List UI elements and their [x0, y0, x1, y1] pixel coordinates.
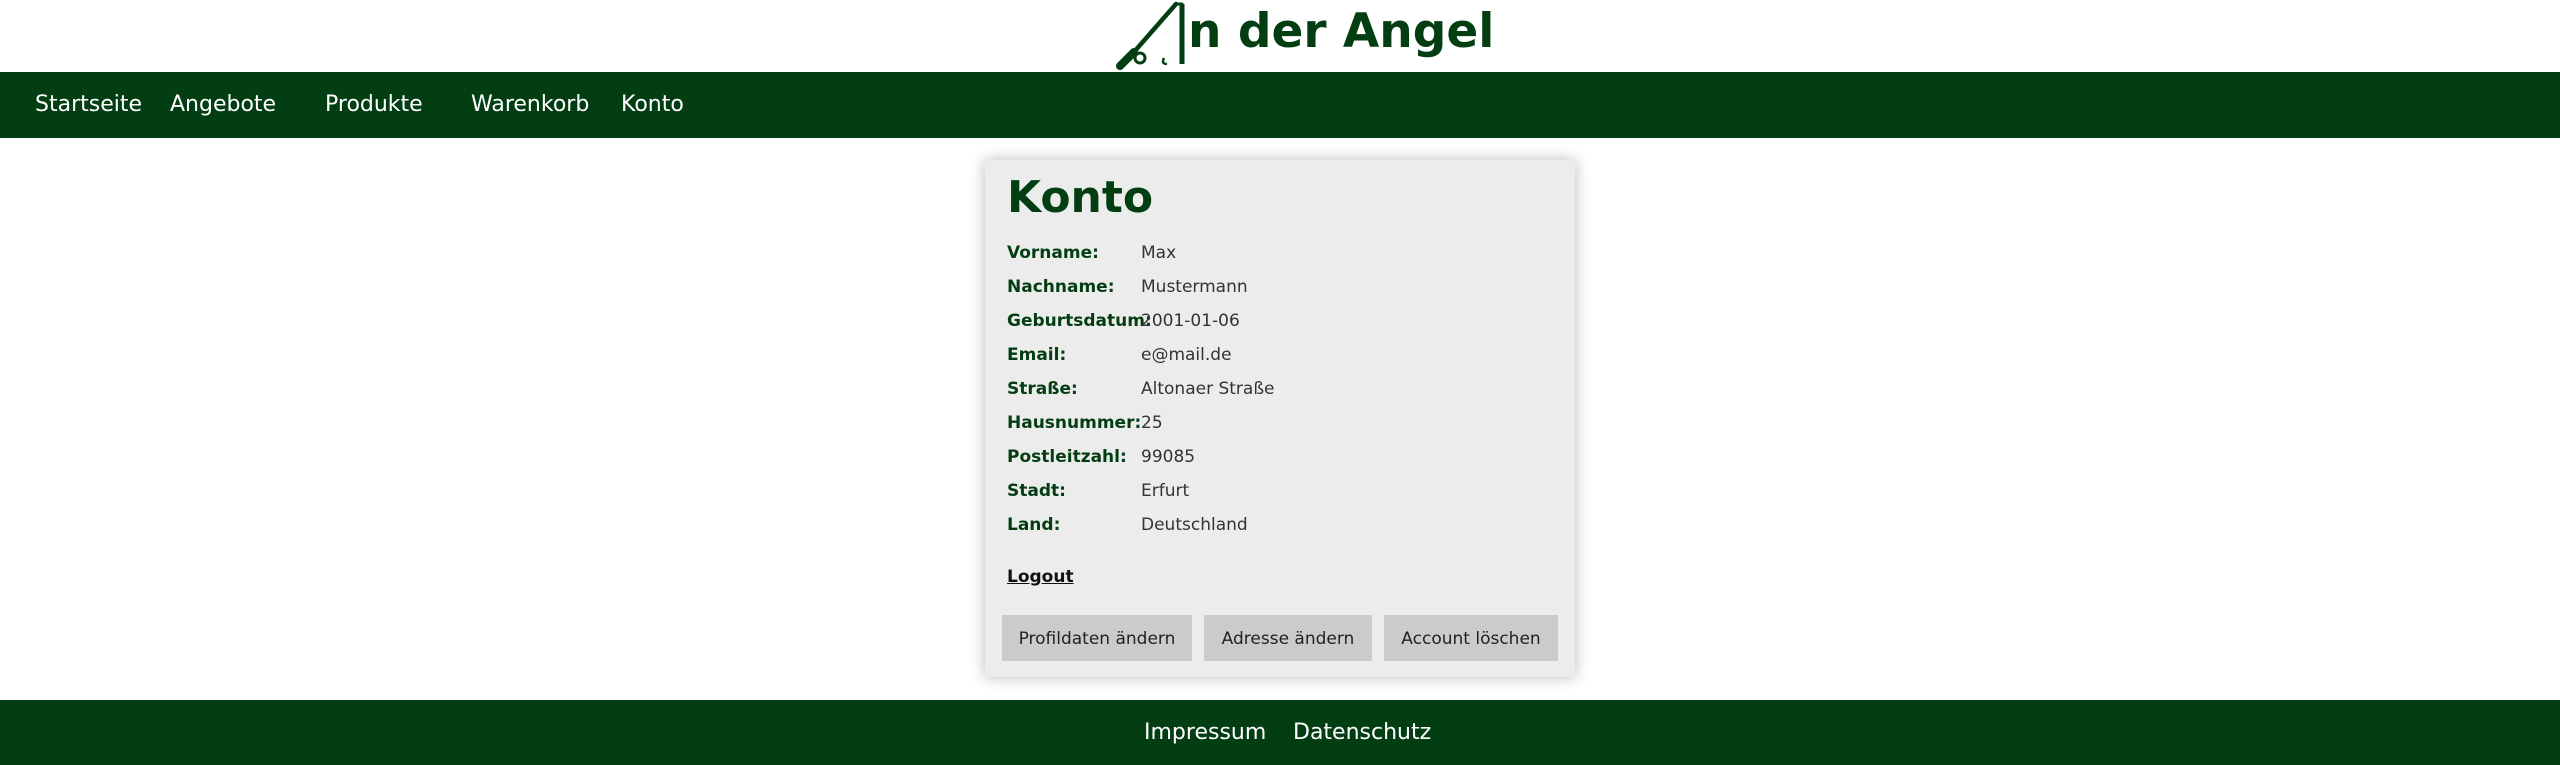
nav-item-produkte[interactable]: Produkte [325, 72, 423, 138]
field-label: Email: [1007, 345, 1067, 365]
field-label: Straße: [1007, 379, 1078, 399]
field-value-hausnummer: 25 [1141, 413, 1163, 433]
nav-item-warenkorb[interactable]: Warenkorb [471, 72, 589, 138]
field-value-email: e@mail.de [1141, 345, 1232, 365]
field-row-geburtsdatum: Geburtsdatum: 2001-01-06 [1007, 306, 1567, 336]
site-logo[interactable]: n der Angel [1112, 0, 1494, 72]
logout-link[interactable]: Logout [1007, 562, 1074, 592]
fishing-rod-icon [1116, 1, 1185, 70]
field-row-hausnummer: Hausnummer: 25 [1007, 408, 1567, 438]
field-row-vorname: Vorname: Max [1007, 238, 1567, 268]
field-row-email: Email: e@mail.de [1007, 340, 1567, 370]
main-navigation: Startseite Angebote Produkte Warenkorb K… [0, 72, 2560, 138]
field-label: Hausnummer: [1007, 413, 1142, 433]
footer: Impressum Datenschutz [0, 700, 2560, 765]
field-label: Stadt: [1007, 481, 1066, 501]
field-row-strasse: Straße: Altonaer Straße [1007, 374, 1567, 404]
account-card: Konto Vorname: Max Nachname: Mustermann … [985, 160, 1575, 677]
page-title: Konto [1007, 172, 1154, 223]
edit-profile-button[interactable]: Profildaten ändern [1002, 615, 1192, 661]
field-row-land: Land: Deutschland [1007, 510, 1567, 540]
field-row-nachname: Nachname: Mustermann [1007, 272, 1567, 302]
nav-item-startseite[interactable]: Startseite [35, 72, 142, 138]
footer-link-datenschutz[interactable]: Datenschutz [1293, 700, 1431, 765]
field-value-postleitzahl: 99085 [1141, 447, 1196, 467]
footer-link-impressum[interactable]: Impressum [1144, 700, 1266, 765]
field-label: Nachname: [1007, 277, 1115, 297]
header: n der Angel [0, 0, 2560, 72]
field-value-vorname: Max [1141, 243, 1177, 263]
logo-text: n der Angel [1188, 4, 1495, 59]
field-label: Postleitzahl: [1007, 447, 1127, 467]
field-label: Vorname: [1007, 243, 1099, 263]
field-label: Land: [1007, 515, 1061, 535]
edit-address-button[interactable]: Adresse ändern [1204, 615, 1372, 661]
field-row-stadt: Stadt: Erfurt [1007, 476, 1567, 506]
field-label: Geburtsdatum: [1007, 311, 1152, 331]
nav-item-angebote[interactable]: Angebote [170, 72, 276, 138]
delete-account-button[interactable]: Account löschen [1384, 615, 1558, 661]
field-value-land: Deutschland [1141, 515, 1248, 535]
field-value-strasse: Altonaer Straße [1141, 379, 1275, 399]
nav-item-konto[interactable]: Konto [621, 72, 684, 138]
field-value-stadt: Erfurt [1141, 481, 1190, 501]
field-value-geburtsdatum: 2001-01-06 [1141, 311, 1240, 331]
field-row-postleitzahl: Postleitzahl: 99085 [1007, 442, 1567, 472]
page: n der Angel Startseite Angebote Produkte… [0, 0, 2560, 765]
field-value-nachname: Mustermann [1141, 277, 1248, 297]
